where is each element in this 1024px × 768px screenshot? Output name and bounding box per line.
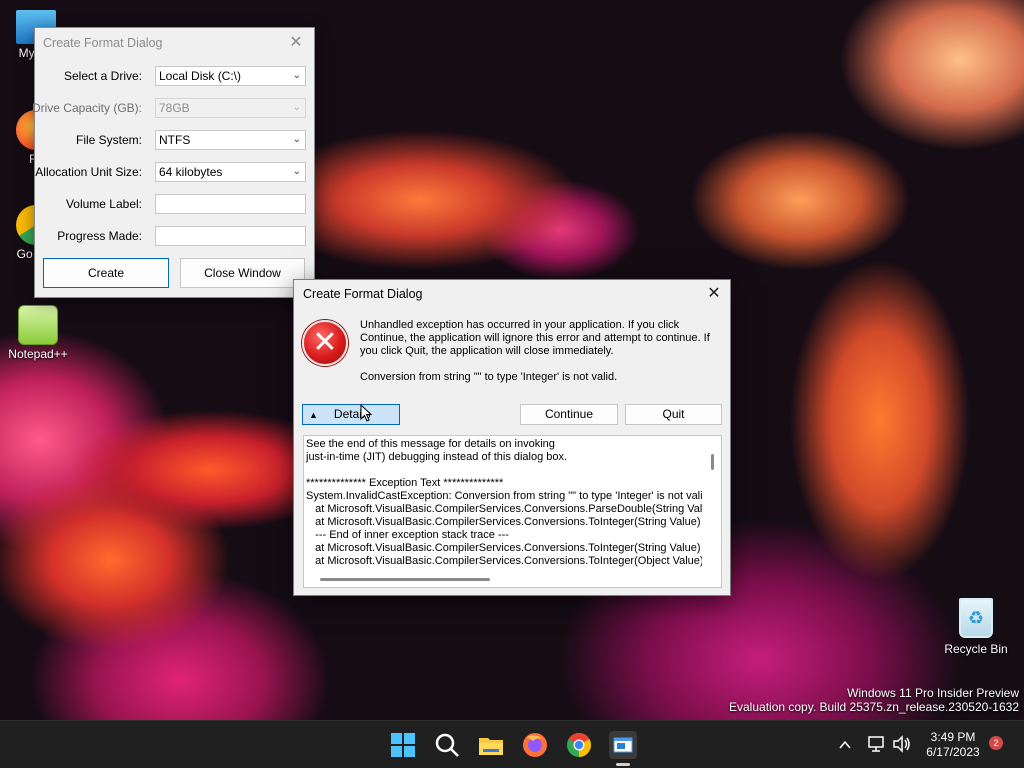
notification-badge[interactable]: 2: [989, 736, 1003, 750]
alloc-label: Allocation Unit Size:: [35, 165, 142, 179]
horizontal-scrollbar[interactable]: [304, 572, 721, 587]
volume-label: Volume Label:: [65, 197, 142, 211]
drive-label: Select a Drive:: [63, 69, 142, 83]
desktop-icon-notepadpp[interactable]: Notepad++: [2, 305, 74, 361]
error-icon: ✕: [302, 320, 348, 366]
error-message: Unhandled exception has occurred in your…: [360, 319, 710, 357]
app-window-icon[interactable]: [609, 731, 637, 759]
close-window-button[interactable]: Close Window: [180, 258, 305, 288]
filesystem-label: File System:: [75, 133, 142, 147]
close-icon[interactable]: ✕: [286, 33, 306, 53]
capacity-label: Drive Capacity (GB):: [31, 101, 142, 115]
error-detail: Conversion from string "" to type 'Integ…: [360, 371, 618, 383]
drive-select-value: Local Disk (C:\): [159, 69, 242, 83]
continue-button[interactable]: Continue: [520, 404, 618, 425]
desktop-icon-label: Notepad++: [8, 347, 68, 361]
progress-row: Progress Made:: [35, 226, 316, 246]
scrollbar-thumb[interactable]: [711, 454, 714, 470]
chevron-down-icon: ⌄: [292, 102, 301, 113]
filesystem-select[interactable]: NTFS ⌄: [155, 130, 306, 150]
drive-select[interactable]: Local Disk (C:\) ⌄: [155, 66, 306, 86]
create-button[interactable]: Create: [43, 258, 169, 288]
exception-details-textbox[interactable]: See the end of this message for details …: [303, 435, 722, 588]
watermark-line: Windows 11 Pro Insider Preview: [847, 686, 1019, 700]
capacity-select: 78GB ⌄: [155, 98, 306, 118]
filesystem-select-value: NTFS: [159, 133, 191, 147]
chevron-up-icon[interactable]: [838, 738, 852, 752]
clock-time: 3:49 PM: [930, 730, 976, 744]
format-window: Create Format Dialog ✕ Select a Drive: L…: [31, 27, 316, 298]
chrome-icon[interactable]: [565, 731, 593, 759]
close-icon[interactable]: ✕: [704, 284, 724, 304]
capacity-select-value: 78GB: [159, 101, 190, 115]
window-title: Create Format Dialog: [43, 36, 163, 50]
clock-date: 6/17/2023: [926, 745, 980, 759]
alloc-select-value: 64 kilobytes: [159, 165, 223, 179]
watermark-line: Evaluation copy. Build 25375.zn_release.…: [729, 700, 1019, 714]
search-icon[interactable]: [433, 731, 461, 759]
active-app-indicator: [616, 763, 630, 766]
alloc-select[interactable]: 64 kilobytes ⌄: [155, 162, 306, 182]
volume-row: Volume Label:: [35, 194, 316, 214]
windows-watermark: Windows 11 Pro Insider Preview Evaluatio…: [729, 686, 1019, 714]
chevron-down-icon: ⌄: [292, 166, 301, 177]
taskbar: 3:49 PM 6/17/2023: [0, 720, 1024, 768]
recycle-bin-icon: ♻: [959, 598, 993, 638]
exception-details-text: See the end of this message for details …: [306, 438, 702, 567]
mouse-cursor-icon: [360, 404, 372, 422]
capacity-row: Drive Capacity (GB): 78GB ⌄: [31, 98, 316, 118]
dialog-title: Create Format Dialog: [303, 287, 423, 301]
speaker-icon[interactable]: [892, 735, 912, 753]
triangle-up-icon: ▲: [309, 410, 318, 420]
quit-button[interactable]: Quit: [625, 404, 722, 425]
notepadpp-icon: [18, 305, 58, 345]
desktop-icon-label: Recycle Bin: [944, 642, 1008, 656]
alloc-row: Allocation Unit Size: 64 kilobytes ⌄: [35, 162, 316, 182]
firefox-icon[interactable]: [521, 731, 549, 759]
desktop-icon-recycle-bin[interactable]: ♻ Recycle Bin: [944, 598, 1008, 656]
network-icon[interactable]: [867, 735, 887, 753]
chevron-down-icon: ⌄: [292, 70, 301, 81]
file-explorer-icon[interactable]: [477, 731, 505, 759]
filesystem-row: File System: NTFS ⌄: [35, 130, 316, 150]
details-button[interactable]: ▲ Details: [302, 404, 400, 425]
exception-dialog: Create Format Dialog ✕ ✕ Unhandled excep…: [293, 279, 731, 596]
system-clock[interactable]: 3:49 PM 6/17/2023: [920, 730, 986, 760]
progress-label: Progress Made:: [57, 229, 142, 243]
windows-start-icon[interactable]: [389, 731, 417, 759]
volume-input[interactable]: [155, 194, 306, 214]
scrollbar-thumb[interactable]: [320, 578, 490, 581]
chevron-down-icon: ⌄: [292, 134, 301, 145]
vertical-scrollbar[interactable]: [704, 436, 721, 572]
drive-row: Select a Drive: Local Disk (C:\) ⌄: [35, 66, 316, 86]
progress-field: [155, 226, 306, 246]
